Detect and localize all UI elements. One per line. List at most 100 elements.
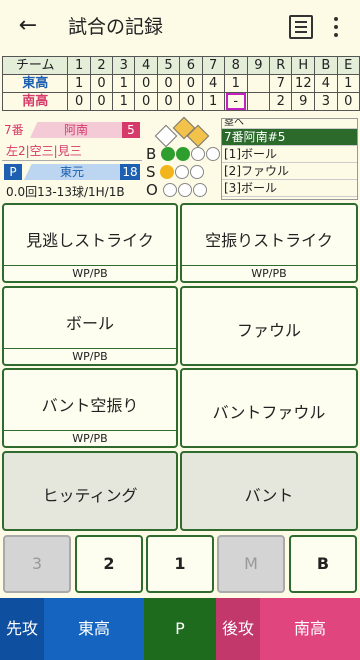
header-hits: H	[291, 56, 316, 75]
ball-button-label: ボール	[65, 314, 114, 333]
swinging-strike-wp-pb-button[interactable]: WP/PB	[182, 265, 356, 281]
bunt-miss-wp-pb-button[interactable]: WP/PB	[4, 430, 176, 446]
header-inning-8: 8	[223, 56, 248, 75]
score-cell: 0	[67, 92, 91, 111]
bunt-miss-button[interactable]: バント空振り WP/PB	[2, 368, 178, 448]
called-strike-wp-pb-button[interactable]: WP/PB	[4, 265, 176, 281]
score-cell: 1	[112, 92, 136, 111]
log-item[interactable]: [2]ファウル	[222, 163, 357, 180]
log-item[interactable]: 7番阿南#5	[222, 129, 357, 146]
bunt-foul-button[interactable]: バントファウル	[180, 368, 358, 448]
runner-third-button[interactable]: 3	[3, 535, 71, 593]
scoreboard-header: チーム 1 2 3 4 5 6 7 8 9 R H B E	[1, 56, 360, 75]
bunt-miss-label: バント空振り	[41, 396, 139, 415]
attack-label: 先攻	[0, 598, 44, 660]
runner-second-button[interactable]: 2	[75, 535, 143, 593]
page-title: 試合の記録	[68, 16, 164, 38]
log-item[interactable]: [3]ボール	[222, 180, 357, 197]
more-vert-icon[interactable]	[331, 14, 341, 40]
errors-cell: 1	[336, 74, 360, 93]
errors-cell: 0	[336, 92, 360, 111]
strike-dot-off-icon	[190, 165, 205, 179]
ball-button[interactable]: ボール WP/PB	[2, 286, 178, 366]
runs-cell: 7	[269, 74, 293, 93]
list-icon[interactable]	[289, 15, 313, 39]
attack-team-button[interactable]: 東高	[44, 598, 144, 660]
pitcher-stats: 0.0回13-13球/1H/1B	[6, 185, 125, 199]
header-team: チーム	[1, 56, 69, 75]
header-inning-7: 7	[201, 56, 225, 75]
log-header: 塁へ	[222, 119, 357, 129]
swinging-strike-button[interactable]: 空振りストライク WP/PB	[180, 203, 358, 283]
pitcher-name: 東元	[24, 164, 120, 180]
ball-label: B	[146, 145, 157, 163]
batter-record-row: 左2|空三|見三	[2, 141, 142, 161]
ball-wp-pb-button[interactable]: WP/PB	[4, 348, 176, 364]
out-dot-off-icon	[177, 183, 192, 197]
scoreboard: チーム 1 2 3 4 5 6 7 8 9 R H B E 東高 1 0 1 0…	[1, 56, 360, 111]
pitcher-number: 18	[120, 164, 140, 180]
team-name-bottom: 南高	[1, 92, 69, 111]
out-count: O	[146, 181, 208, 199]
score-cell: 0	[89, 92, 114, 111]
pitcher-change-button[interactable]: P	[144, 598, 216, 660]
foul-button[interactable]: ファウル	[180, 286, 358, 366]
hitting-label: ヒッティング	[42, 486, 138, 505]
current-inning-cell[interactable]: -	[223, 92, 248, 111]
score-cell: 0	[179, 74, 203, 93]
team-name-top: 東高	[1, 74, 69, 93]
arrow-left-icon[interactable]: ←	[14, 12, 42, 40]
called-strike-label: 見逃しストライク	[26, 231, 154, 250]
out-label: O	[146, 181, 158, 199]
defend-team-button[interactable]: 南高	[260, 598, 360, 660]
bunt-button[interactable]: バント	[180, 451, 358, 531]
header-errors: E	[336, 56, 360, 75]
out-dot-off-icon	[192, 183, 207, 197]
strike-dot-off-icon	[175, 165, 190, 179]
walks-cell: 4	[314, 74, 338, 93]
header-walks: B	[314, 56, 338, 75]
player-status: 7番 阿南 5 左2|空三|見三 P 東元 18 0.0回13-13球/1H/1…	[2, 118, 142, 200]
scoreboard-row-top: 東高 1 0 1 0 0 0 4 1 7 12 4 1	[1, 74, 360, 93]
play-log[interactable]: 塁へ 7番阿南#5 [1]ボール [2]ファウル [3]ボール	[221, 118, 358, 200]
bunt-foul-label: バントファウル	[212, 403, 326, 422]
header-runs: R	[269, 56, 293, 75]
header-inning-9: 9	[246, 56, 271, 75]
runner-first-button[interactable]: 1	[146, 535, 214, 593]
score-cell: 1	[67, 74, 91, 93]
current-inning-marker: -	[225, 93, 246, 110]
bunt-label: バント	[244, 486, 294, 505]
log-item[interactable]: [1]ボール	[222, 146, 357, 163]
score-cell: 0	[179, 92, 203, 111]
strike-label: S	[146, 163, 156, 181]
walks-cell: 3	[314, 92, 338, 111]
score-cell: 1	[201, 92, 225, 111]
called-strike-button[interactable]: 見逃しストライク WP/PB	[2, 203, 178, 283]
defend-label: 後攻	[216, 598, 260, 660]
header-inning-1: 1	[67, 56, 91, 75]
pitcher-row[interactable]: P 東元 18	[2, 162, 142, 182]
scoreboard-row-bottom: 南高 0 0 1 0 0 0 1 - 2 9 3 0	[1, 92, 360, 111]
pitcher-tag: P	[4, 164, 22, 180]
runner-m-button[interactable]: M	[217, 535, 285, 593]
score-cell	[246, 74, 271, 93]
pitcher-stats-row: 0.0回13-13球/1H/1B	[2, 182, 142, 202]
hits-cell: 12	[291, 74, 316, 93]
hits-cell: 9	[291, 92, 316, 111]
runs-cell: 2	[269, 92, 293, 111]
strike-count: S	[146, 163, 205, 181]
ball-dot-off-icon	[191, 147, 206, 161]
score-cell: 0	[89, 74, 114, 93]
header-inning-2: 2	[89, 56, 114, 75]
header-inning-3: 3	[112, 56, 136, 75]
strike-dot-on-icon	[160, 165, 175, 179]
hitting-button[interactable]: ヒッティング	[2, 451, 178, 531]
header-inning-4: 4	[134, 56, 158, 75]
batter-row[interactable]: 7番 阿南 5	[2, 120, 142, 140]
batter-record: 左2|空三|見三	[6, 144, 82, 158]
header-inning-5: 5	[156, 56, 181, 75]
runner-batter-button[interactable]: B	[289, 535, 357, 593]
score-cell: 4	[201, 74, 225, 93]
team-bar: 先攻 東高 P 後攻 南高	[0, 598, 360, 660]
score-cell: 0	[156, 74, 181, 93]
